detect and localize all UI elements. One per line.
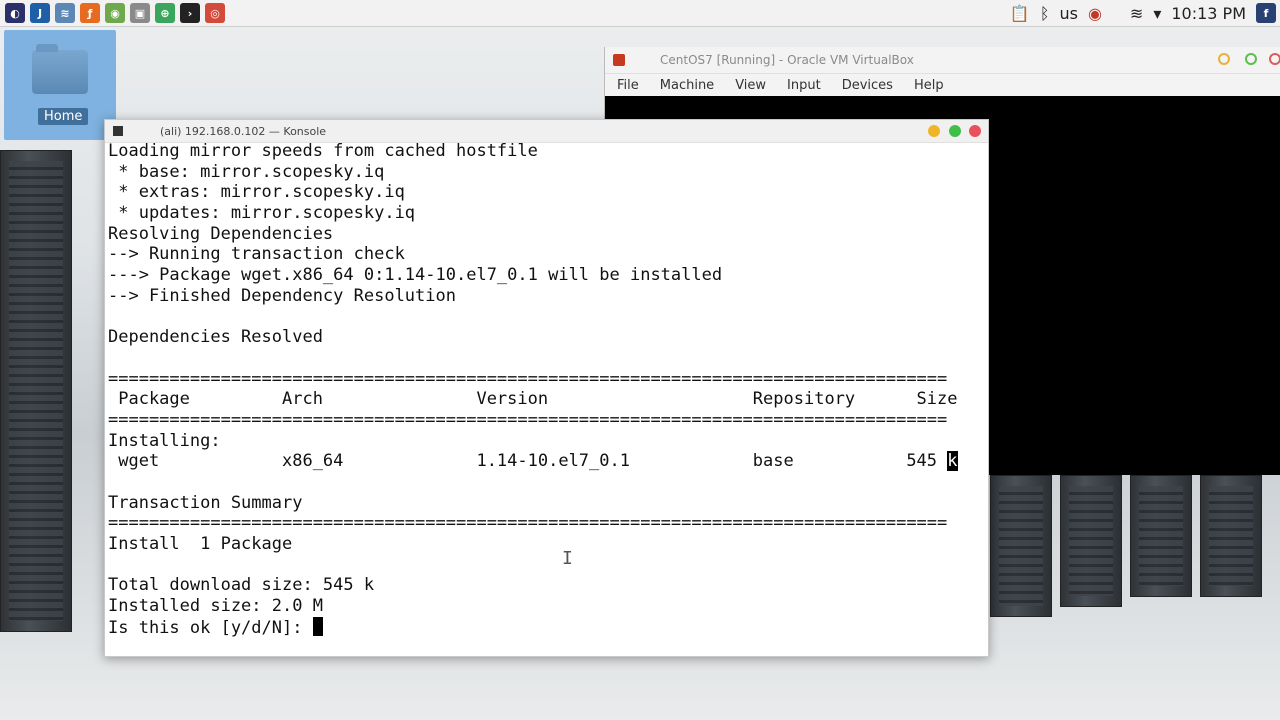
- terminal-line-text: Installed size: 2.0 M: [108, 596, 323, 617]
- evince-icon[interactable]: ⊕: [155, 3, 175, 23]
- terminal-icon[interactable]: ›: [180, 3, 200, 23]
- terminal-line-text: ========================================…: [108, 409, 948, 430]
- terminal-line-text: Resolving Dependencies: [108, 223, 334, 244]
- terminal-line-text: ========================================…: [108, 513, 948, 534]
- terminal-line: Install 1 Package: [108, 534, 988, 555]
- terminal-line-text: Transaction Summary: [108, 492, 303, 513]
- terminal-line: Package Arch Version Repository Size: [108, 389, 988, 410]
- terminal-line: * updates: mirror.scopesky.iq: [108, 203, 988, 224]
- bluetooth-icon[interactable]: ᛒ: [1040, 4, 1050, 23]
- terminal-line-text: ---> Package wget.x86_64 0:1.14-10.el7_0…: [108, 265, 723, 286]
- konsole-window[interactable]: (ali) 192.168.0.102 — Konsole Loading mi…: [104, 119, 989, 657]
- terminal-line: Dependencies Resolved: [108, 327, 988, 348]
- top-panel: ◐ J ≋ ƒ ◉ ▣ ⊕ › ◎ 📋 ᛒ us ◉ ≋ ▾ 10:13 PM f: [0, 0, 1280, 27]
- android-studio-icon[interactable]: ◉: [105, 3, 125, 23]
- konsole-title: (ali) 192.168.0.102 — Konsole: [160, 124, 327, 138]
- desktop-home-icon[interactable]: Home: [4, 30, 116, 140]
- terminal-line-text: Installing:: [108, 430, 221, 451]
- desktop-home-label: Home: [38, 108, 89, 125]
- menu-item-help[interactable]: Help: [914, 78, 944, 93]
- virtualbox-titlebar[interactable]: CentOS7 [Running] - Oracle VM VirtualBox: [605, 47, 1280, 74]
- terminal-line: --> Running transaction check: [108, 244, 988, 265]
- terminal-line-text: * base: mirror.scopesky.iq: [108, 161, 385, 182]
- terminal-line: ========================================…: [108, 410, 988, 431]
- konsole-titlebar[interactable]: (ali) 192.168.0.102 — Konsole: [105, 120, 988, 143]
- virtualbox-app-icon: [613, 54, 625, 66]
- terminal-line-text: * extras: mirror.scopesky.iq: [108, 182, 405, 203]
- terminal-line-text: Package Arch Version Repository Size: [108, 389, 958, 410]
- terminal-line: Installed size: 2.0 M: [108, 596, 988, 617]
- background-server-rack: [1060, 475, 1122, 607]
- background-server-rack: [1200, 475, 1262, 597]
- close-button[interactable]: [969, 125, 981, 137]
- terminal-line-text: --> Finished Dependency Resolution: [108, 285, 456, 306]
- firefox-icon[interactable]: ƒ: [80, 3, 100, 23]
- network-icon[interactable]: ≋: [55, 3, 75, 23]
- menu-item-machine[interactable]: Machine: [660, 78, 714, 93]
- terminal-line-text: Total download size: 545 k: [108, 575, 375, 596]
- menu-item-file[interactable]: File: [617, 78, 639, 93]
- virtualbox-title: CentOS7 [Running] - Oracle VM VirtualBox: [660, 53, 914, 67]
- intellij-icon[interactable]: J: [30, 3, 50, 23]
- record-icon[interactable]: ◉: [1088, 4, 1102, 23]
- menu-item-input[interactable]: Input: [787, 78, 821, 93]
- eclipse-icon[interactable]: ◐: [5, 3, 25, 23]
- minimize-button[interactable]: [1218, 53, 1230, 65]
- terminal-line-text: Install 1 Package: [108, 534, 293, 555]
- terminal-line: Loading mirror speeds from cached hostfi…: [108, 141, 988, 162]
- terminal-line: Resolving Dependencies: [108, 224, 988, 245]
- keyboard-layout[interactable]: us: [1059, 4, 1077, 23]
- terminal-line: --> Finished Dependency Resolution: [108, 286, 988, 307]
- terminal-line-text: Is this ok [y/d/N]:: [108, 617, 313, 638]
- terminal-line-text: wget x86_64 1.14-10.el7_0.1 base 545: [108, 451, 948, 472]
- background-server-rack: [990, 475, 1052, 617]
- maximize-button[interactable]: [1245, 53, 1257, 65]
- terminal-line: Installing:: [108, 431, 988, 452]
- terminal-line: wget x86_64 1.14-10.el7_0.1 base 545 k: [108, 451, 988, 472]
- screenshot-icon[interactable]: ▣: [130, 3, 150, 23]
- terminal-line-text: --> Running transaction check: [108, 244, 405, 265]
- clock[interactable]: 10:13 PM: [1171, 4, 1246, 23]
- chrome-icon[interactable]: ◎: [205, 3, 225, 23]
- system-tray: 📋 ᛒ us ◉ ≋ ▾ 10:13 PM f: [1010, 0, 1280, 26]
- terminal-line-text: ========================================…: [108, 368, 948, 389]
- background-server-rack: [1130, 475, 1192, 597]
- wifi-icon[interactable]: ≋: [1130, 4, 1143, 23]
- fedora-icon[interactable]: f: [1256, 3, 1276, 23]
- volume-menu-icon[interactable]: ▾: [1153, 4, 1161, 23]
- selected-text[interactable]: k: [947, 451, 958, 472]
- background-server-rack: [0, 150, 72, 632]
- close-button[interactable]: [1269, 53, 1280, 65]
- menu-item-devices[interactable]: Devices: [842, 78, 893, 93]
- terminal-line: ========================================…: [108, 513, 988, 534]
- terminal-line: * base: mirror.scopesky.iq: [108, 162, 988, 183]
- clipboard-icon[interactable]: 📋: [1010, 4, 1030, 23]
- terminal-line-text: Dependencies Resolved: [108, 327, 323, 348]
- launcher-bar: ◐ J ≋ ƒ ◉ ▣ ⊕ › ◎: [0, 3, 225, 23]
- terminal-line: Total download size: 545 k: [108, 575, 988, 596]
- virtualbox-menubar: File Machine View Input Devices Help: [605, 74, 1280, 96]
- terminal-line: Transaction Summary: [108, 493, 988, 514]
- menu-item-view[interactable]: View: [735, 78, 766, 93]
- terminal-cursor: [312, 616, 323, 636]
- terminal-line: ---> Package wget.x86_64 0:1.14-10.el7_0…: [108, 265, 988, 286]
- folder-icon: [32, 44, 88, 94]
- terminal-output[interactable]: Loading mirror speeds from cached hostfi…: [108, 141, 988, 656]
- text-cursor-icon: I: [562, 548, 573, 569]
- maximize-button[interactable]: [949, 125, 961, 137]
- minimize-button[interactable]: [928, 125, 940, 137]
- terminal-line-text: * updates: mirror.scopesky.iq: [108, 203, 416, 224]
- terminal-line: Is this ok [y/d/N]:: [108, 616, 988, 638]
- terminal-line-text: Loading mirror speeds from cached hostfi…: [108, 141, 538, 161]
- konsole-app-icon: [113, 126, 123, 136]
- terminal-line: ========================================…: [108, 369, 988, 390]
- terminal-line: * extras: mirror.scopesky.iq: [108, 182, 988, 203]
